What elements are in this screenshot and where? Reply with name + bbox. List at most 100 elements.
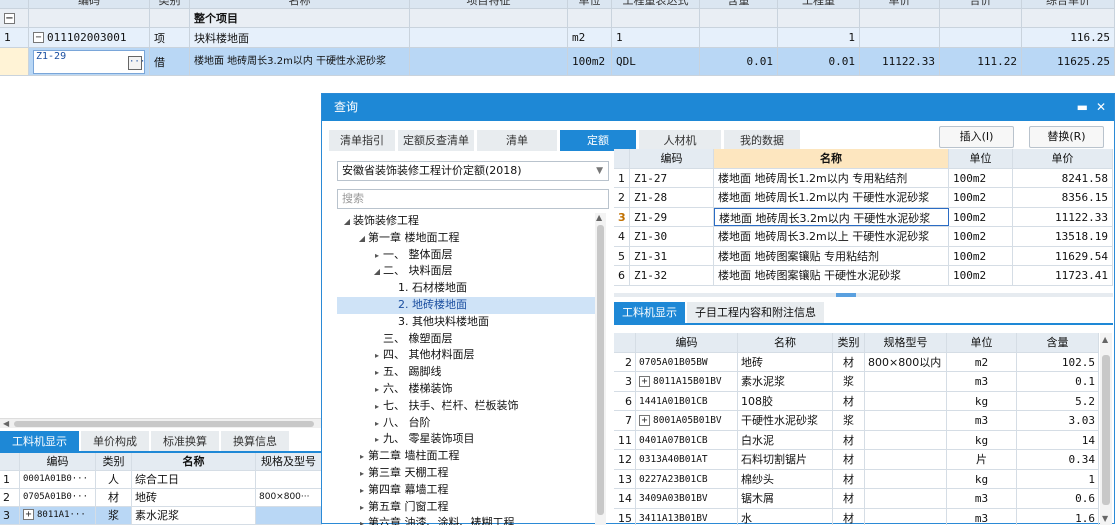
scroll-left-icon[interactable]: ◀	[3, 419, 9, 428]
insert-button[interactable]: 插入(I)	[939, 126, 1014, 148]
quota-price[interactable]: 11629.54	[1013, 247, 1113, 266]
collapse-icon[interactable]: −	[4, 13, 15, 24]
table-row[interactable]: 5Z1-31楼地面 地砖图案镶贴 专用粘结剂100m211629.54	[614, 247, 1113, 267]
close-icon[interactable]: ✕	[1096, 94, 1106, 121]
material-scrollbar[interactable]: ▲ ▼	[1100, 333, 1112, 525]
material-name[interactable]: 108胶	[738, 392, 833, 411]
quota-code[interactable]: Z1-30	[630, 227, 714, 246]
material-content[interactable]: 0.34	[1017, 450, 1099, 469]
table-row[interactable]: 130227A23B01CB棉纱头材kg1	[614, 470, 1099, 490]
quota-name[interactable]: 楼地面 地砖周长3.2m以上 干硬性水泥砂浆	[714, 227, 949, 246]
panel-splitter[interactable]	[614, 293, 1113, 297]
material-name[interactable]: 石料切割锯片	[738, 450, 833, 469]
scroll-up-icon[interactable]: ▲	[596, 213, 602, 222]
material-name[interactable]: 白水泥	[738, 431, 833, 450]
tree-node[interactable]: 1. 石材楼地面	[337, 280, 599, 297]
tab-price-composition[interactable]: 单价构成	[81, 431, 149, 451]
collapsed-icon[interactable]: ▸	[371, 432, 383, 449]
material-name[interactable]: 干硬性水泥砂浆	[738, 411, 833, 430]
col-header-total[interactable]: 合价	[940, 0, 1022, 9]
material-name[interactable]: 锯木屑	[738, 489, 833, 508]
col-header-comp-price[interactable]: 综合单价	[1022, 0, 1115, 9]
table-row[interactable]: − 整个项目	[0, 9, 1115, 28]
quota-unit[interactable]: 100m2	[949, 188, 1013, 207]
material-content[interactable]: 102.5	[1017, 353, 1099, 372]
material-content[interactable]: 14	[1017, 431, 1099, 450]
col-header-name[interactable]: 名称	[738, 333, 833, 352]
quota-unit[interactable]: 100m2	[949, 247, 1013, 266]
quota-unit[interactable]: 100m2	[568, 48, 612, 76]
col-header-unit[interactable]: 单位	[947, 333, 1017, 352]
scroll-up-icon[interactable]: ▲	[1102, 335, 1108, 344]
tab-labor-material-machine[interactable]: 人材机	[639, 130, 721, 151]
tab-content-notes[interactable]: 子目工程内容和附注信息	[687, 302, 824, 323]
quota-content[interactable]: 0.01	[700, 48, 778, 76]
col-header-name[interactable]: 名称	[190, 0, 410, 9]
table-row[interactable]: 4Z1-30楼地面 地砖周长3.2m以上 干硬性水泥砂浆100m213518.1…	[614, 227, 1113, 247]
col-header-code[interactable]: 编码	[630, 149, 714, 168]
quota-unit[interactable]: 100m2	[949, 208, 1013, 227]
material-spec[interactable]	[865, 372, 947, 391]
quota-code[interactable]: Z1-31	[630, 247, 714, 266]
replace-button[interactable]: 替换(R)	[1029, 126, 1104, 148]
col-header-code[interactable]: 编码	[29, 0, 150, 9]
material-content[interactable]: 0.6	[1017, 489, 1099, 508]
tree-node[interactable]: ▸九、 零星装饰项目	[337, 431, 599, 448]
expanded-icon[interactable]: ◢	[356, 231, 368, 248]
material-name[interactable]: 水	[738, 509, 833, 525]
item-quantity[interactable]: 1	[778, 28, 860, 48]
tree-node[interactable]: ▸第四章 幕墙工程	[337, 482, 599, 499]
tree-node[interactable]: ▸第三章 天棚工程	[337, 465, 599, 482]
collapsed-icon[interactable]: ▸	[356, 449, 368, 466]
quota-price[interactable]: 13518.19	[1013, 227, 1113, 246]
quota-name[interactable]: 楼地面 地砖周长3.2m以内 干硬性水泥砂浆	[714, 208, 949, 227]
col-header-code[interactable]: 编码	[636, 333, 738, 352]
collapsed-icon[interactable]: ▸	[371, 248, 383, 265]
quota-price[interactable]: 8356.15	[1013, 188, 1113, 207]
table-row-selected[interactable]: Z1-29 ··· 借 楼地面 地砖周长3.2m以内 干硬性水泥砂浆 100m2…	[0, 48, 1115, 76]
material-spec[interactable]	[865, 450, 947, 469]
material-name[interactable]: 棉纱头	[738, 470, 833, 489]
item-name[interactable]: 块料楼地面	[190, 28, 410, 48]
tab-list[interactable]: 清单	[477, 130, 557, 151]
material-content[interactable]: 5.2	[1017, 392, 1099, 411]
quota-code[interactable]: Z1-32	[630, 266, 714, 285]
quota-code-input[interactable]: Z1-29 ···	[33, 50, 145, 74]
quota-name[interactable]: 楼地面 地砖图案镶贴 干硬性水泥砂浆	[714, 266, 949, 285]
tree-node[interactable]: 三、 橡塑面层	[337, 331, 599, 348]
quota-price[interactable]: 8241.58	[1013, 169, 1113, 188]
tree-node[interactable]: ▸七、 扶手、栏杆、栏板装饰	[337, 398, 599, 415]
search-input[interactable]: 搜索	[337, 189, 609, 209]
quota-quantity[interactable]: 0.01	[778, 48, 860, 76]
scrollbar-thumb[interactable]	[14, 421, 314, 427]
tree-node[interactable]: ▸第五章 门窗工程	[337, 499, 599, 516]
col-header-price[interactable]: 单价	[1013, 149, 1113, 168]
table-row[interactable]: 143409A03B01BV锯木屑材m30.6	[614, 489, 1099, 509]
tree-node[interactable]: ▸八、 台阶	[337, 415, 599, 432]
material-spec[interactable]: 800×800以内	[865, 353, 947, 372]
tree-node[interactable]: ▸六、 楼梯装饰	[337, 381, 599, 398]
quota-unit[interactable]: 100m2	[949, 266, 1013, 285]
material-code[interactable]: 1441A01B01CB	[636, 392, 738, 411]
tab-quota-reverse[interactable]: 定额反查清单	[398, 130, 474, 151]
horizontal-scrollbar[interactable]: ◀	[0, 418, 322, 428]
table-row[interactable]: 7+8001A05B01BV干硬性水泥砂浆浆m33.03	[614, 411, 1099, 431]
col-header-quantity[interactable]: 工程量	[778, 0, 860, 9]
col-header-content[interactable]: 含量	[700, 0, 778, 9]
collapse-icon[interactable]: −	[33, 32, 44, 43]
material-content[interactable]: 3.03	[1017, 411, 1099, 430]
material-code[interactable]: 0401A07B01CB	[636, 431, 738, 450]
tree-node[interactable]: 2. 地砖楼地面	[337, 297, 599, 314]
col-header-price[interactable]: 单价	[860, 0, 940, 9]
col-header-unit[interactable]: 单位	[568, 0, 612, 9]
col-header-category[interactable]: 类别	[833, 333, 865, 352]
collapsed-icon[interactable]: ▸	[356, 466, 368, 483]
expanded-icon[interactable]: ◢	[371, 264, 383, 281]
dialog-titlebar[interactable]: 查询 ▬ ✕	[322, 94, 1114, 121]
tree-node[interactable]: ▸四、 其他材料面层	[337, 347, 599, 364]
table-row[interactable]: 3Z1-29楼地面 地砖周长3.2m以内 干硬性水泥砂浆100m211122.3…	[614, 208, 1113, 228]
material-spec[interactable]	[865, 392, 947, 411]
tab-list-guide[interactable]: 清单指引	[329, 130, 395, 151]
col-header-spec[interactable]: 规格型号	[865, 333, 947, 352]
material-spec[interactable]	[865, 509, 947, 525]
